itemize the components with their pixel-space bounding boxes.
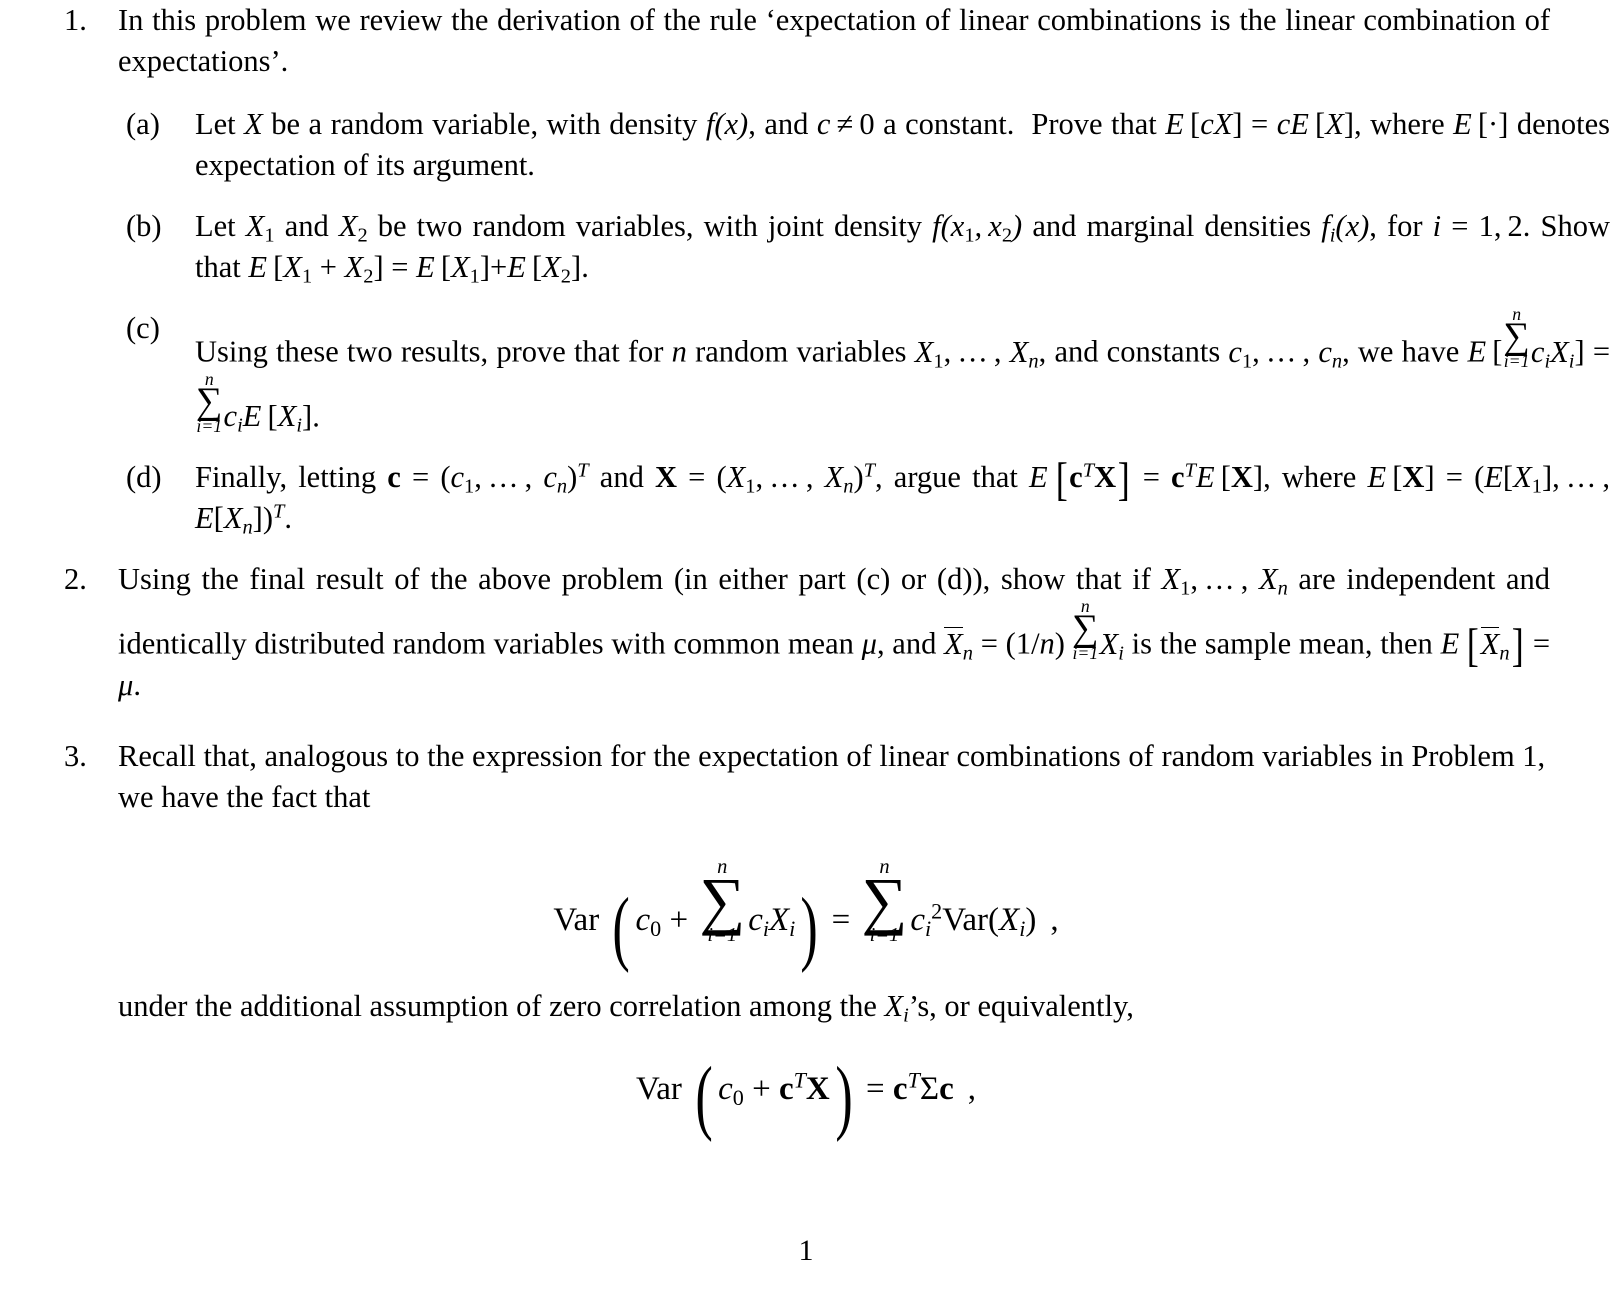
display-equation-var-quadratic: Var (c0 + cTX) = cTΣc, [636,1049,976,1143]
subpart-item-a: (a) Let X be a random variable, with den… [118,104,1612,186]
subpart-marker-b: (b) [126,209,162,243]
var-operator-2: Var [636,1070,682,1107]
subpart-b-text: Let X1 and X2 be two random variables, w… [195,209,1611,288]
problem-marker-1: 1. [64,3,87,37]
left-paren-1: ( [612,880,631,974]
subpart-item-d: (d) Finally, letting c = (c1, … , cn)T a… [118,457,1612,539]
display-equation-var-sum: Var (c0 + n ∑ i=1 ciXi) = n ∑ i=1 ci2Var(Xi), [553,855,1059,974]
subpart-item-b: (b) Let X1 and X2 be two random variable… [118,206,1612,288]
equation-2-comma: , [967,1070,976,1107]
problem-item-2: 2. Using the final result of the above p… [0,559,1612,706]
problem-3-trailing-text: under the additional assumption of zero … [118,988,1134,1027]
document-page: 1. In this problem we review the derivat… [0,0,1612,1294]
problem-3-text: Recall that, analogous to the expression… [118,738,1546,814]
problem-list: 1. In this problem we review the derivat… [0,0,1612,818]
equation-1-comma: , [1050,901,1059,938]
subpart-item-c: (c) Using these two results, prove that … [118,304,1612,437]
subpart-c-text: Using these two results, prove that for … [195,304,1611,437]
subpart-marker-a: (a) [126,107,160,141]
problem-marker-3: 3. [64,738,87,773]
right-paren-1: ) [800,880,819,974]
page-number: 1 [798,1234,814,1267]
summation-left: n ∑ i=1 [699,855,746,947]
subpart-marker-c: (c) [126,311,160,345]
subpart-d-text: Finally, letting c = (c1, … , cn)T and X… [195,454,1611,539]
var-operator-1: Var [553,901,600,938]
problem-item-3: 3. Recall that, analogous to the express… [0,736,1612,818]
summation-right: n ∑ i=1 [861,855,908,947]
inline-sum-samplemean: n ∑ i=1 [1072,596,1099,664]
inline-sum-c-left: n ∑ i=1 [1503,304,1530,371]
inline-sum-c-right: n ∑ i=1 [196,368,223,436]
left-paren-2: ( [695,1049,713,1143]
problem-1-intro: In this problem we review the derivation… [118,3,1550,78]
problem-2-text: Using the final result of the above prob… [118,562,1551,702]
problem-marker-2: 2. [64,562,87,597]
problem-item-1: 1. In this problem we review the derivat… [0,0,1612,539]
subpart-a-text: Let X be a random variable, with density… [195,107,1611,182]
subpart-marker-d: (d) [126,460,162,495]
problem-1-subparts: (a) Let X be a random variable, with den… [118,104,1612,539]
right-paren-2: ) [835,1049,853,1143]
